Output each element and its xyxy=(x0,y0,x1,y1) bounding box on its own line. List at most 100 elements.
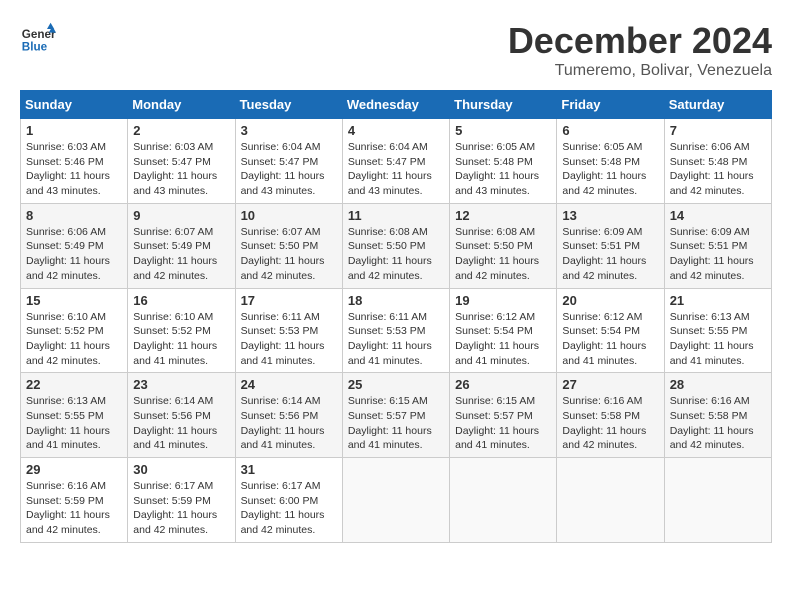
day-info: Sunrise: 6:11 AM Sunset: 5:53 PM Dayligh… xyxy=(241,310,337,369)
col-wednesday: Wednesday xyxy=(342,91,449,119)
day-info: Sunrise: 6:09 AM Sunset: 5:51 PM Dayligh… xyxy=(562,225,658,284)
calendar-header: Sunday Monday Tuesday Wednesday Thursday… xyxy=(21,91,772,119)
table-row: 27 Sunrise: 6:16 AM Sunset: 5:58 PM Dayli… xyxy=(557,373,664,458)
calendar-week-row: 1 Sunrise: 6:03 AM Sunset: 5:46 PM Daylig… xyxy=(21,119,772,204)
day-number: 18 xyxy=(348,293,444,308)
table-row: 18 Sunrise: 6:11 AM Sunset: 5:53 PM Dayli… xyxy=(342,288,449,373)
day-info: Sunrise: 6:16 AM Sunset: 5:58 PM Dayligh… xyxy=(670,394,766,453)
day-info: Sunrise: 6:08 AM Sunset: 5:50 PM Dayligh… xyxy=(455,225,551,284)
table-row: 13 Sunrise: 6:09 AM Sunset: 5:51 PM Dayli… xyxy=(557,203,664,288)
day-number: 5 xyxy=(455,123,551,138)
table-row: 10Sunrise: 6:07 AM Sunset: 5:50 PM Dayli… xyxy=(235,203,342,288)
day-info: Sunrise: 6:16 AM Sunset: 5:59 PM Dayligh… xyxy=(26,479,122,538)
col-tuesday: Tuesday xyxy=(235,91,342,119)
calendar-week-row: 15Sunrise: 6:10 AM Sunset: 5:52 PM Dayli… xyxy=(21,288,772,373)
calendar-week-row: 22 Sunrise: 6:13 AM Sunset: 5:55 PM Dayli… xyxy=(21,373,772,458)
day-number: 4 xyxy=(348,123,444,138)
svg-text:Blue: Blue xyxy=(22,41,48,54)
calendar-table: Sunday Monday Tuesday Wednesday Thursday… xyxy=(20,90,772,543)
day-number: 25 xyxy=(348,377,444,392)
day-info: Sunrise: 6:12 AM Sunset: 5:54 PM Dayligh… xyxy=(455,310,551,369)
table-row: 1 Sunrise: 6:03 AM Sunset: 5:46 PM Daylig… xyxy=(21,119,128,204)
day-info: Sunrise: 6:03 AM Sunset: 5:47 PM Dayligh… xyxy=(133,140,229,199)
table-row: 12 Sunrise: 6:08 AM Sunset: 5:50 PM Dayli… xyxy=(450,203,557,288)
day-number: 26 xyxy=(455,377,551,392)
page-header: General Blue December 2024 Tumeremo, Bol… xyxy=(20,20,772,80)
month-title: December 2024 xyxy=(508,20,772,62)
logo: General Blue xyxy=(20,20,56,56)
table-row: 15Sunrise: 6:10 AM Sunset: 5:52 PM Dayli… xyxy=(21,288,128,373)
table-row: 20Sunrise: 6:12 AM Sunset: 5:54 PM Dayli… xyxy=(557,288,664,373)
day-number: 29 xyxy=(26,462,122,477)
day-info: Sunrise: 6:05 AM Sunset: 5:48 PM Dayligh… xyxy=(455,140,551,199)
table-row: 2 Sunrise: 6:03 AM Sunset: 5:47 PM Daylig… xyxy=(128,119,235,204)
day-info: Sunrise: 6:04 AM Sunset: 5:47 PM Dayligh… xyxy=(241,140,337,199)
day-number: 1 xyxy=(26,123,122,138)
day-info: Sunrise: 6:05 AM Sunset: 5:48 PM Dayligh… xyxy=(562,140,658,199)
col-saturday: Saturday xyxy=(664,91,771,119)
day-info: Sunrise: 6:07 AM Sunset: 5:50 PM Dayligh… xyxy=(241,225,337,284)
table-row: 4 Sunrise: 6:04 AM Sunset: 5:47 PM Daylig… xyxy=(342,119,449,204)
day-number: 22 xyxy=(26,377,122,392)
day-info: Sunrise: 6:10 AM Sunset: 5:52 PM Dayligh… xyxy=(26,310,122,369)
day-info: Sunrise: 6:04 AM Sunset: 5:47 PM Dayligh… xyxy=(348,140,444,199)
day-info: Sunrise: 6:17 AM Sunset: 5:59 PM Dayligh… xyxy=(133,479,229,538)
table-row: 6 Sunrise: 6:05 AM Sunset: 5:48 PM Daylig… xyxy=(557,119,664,204)
calendar-body: 1 Sunrise: 6:03 AM Sunset: 5:46 PM Daylig… xyxy=(21,119,772,543)
day-number: 30 xyxy=(133,462,229,477)
day-number: 28 xyxy=(670,377,766,392)
day-info: Sunrise: 6:13 AM Sunset: 5:55 PM Dayligh… xyxy=(26,394,122,453)
day-number: 7 xyxy=(670,123,766,138)
day-info: Sunrise: 6:06 AM Sunset: 5:48 PM Dayligh… xyxy=(670,140,766,199)
col-thursday: Thursday xyxy=(450,91,557,119)
day-number: 6 xyxy=(562,123,658,138)
table-row: 14Sunrise: 6:09 AM Sunset: 5:51 PM Dayli… xyxy=(664,203,771,288)
day-number: 13 xyxy=(562,208,658,223)
day-number: 12 xyxy=(455,208,551,223)
day-info: Sunrise: 6:09 AM Sunset: 5:51 PM Dayligh… xyxy=(670,225,766,284)
day-info: Sunrise: 6:03 AM Sunset: 5:46 PM Dayligh… xyxy=(26,140,122,199)
day-info: Sunrise: 6:14 AM Sunset: 5:56 PM Dayligh… xyxy=(241,394,337,453)
col-monday: Monday xyxy=(128,91,235,119)
day-number: 2 xyxy=(133,123,229,138)
day-info: Sunrise: 6:10 AM Sunset: 5:52 PM Dayligh… xyxy=(133,310,229,369)
calendar-week-row: 8 Sunrise: 6:06 AM Sunset: 5:49 PM Daylig… xyxy=(21,203,772,288)
day-number: 20 xyxy=(562,293,658,308)
day-number: 3 xyxy=(241,123,337,138)
table-row: 29 Sunrise: 6:16 AM Sunset: 5:59 PM Dayli… xyxy=(21,458,128,543)
table-row: 19 Sunrise: 6:12 AM Sunset: 5:54 PM Dayli… xyxy=(450,288,557,373)
day-info: Sunrise: 6:16 AM Sunset: 5:58 PM Dayligh… xyxy=(562,394,658,453)
table-row: 23Sunrise: 6:14 AM Sunset: 5:56 PM Dayli… xyxy=(128,373,235,458)
day-number: 27 xyxy=(562,377,658,392)
days-of-week-row: Sunday Monday Tuesday Wednesday Thursday… xyxy=(21,91,772,119)
table-row: 25 Sunrise: 6:15 AM Sunset: 5:57 PM Dayli… xyxy=(342,373,449,458)
day-info: Sunrise: 6:07 AM Sunset: 5:49 PM Dayligh… xyxy=(133,225,229,284)
location-subtitle: Tumeremo, Bolivar, Venezuela xyxy=(508,62,772,80)
table-row xyxy=(450,458,557,543)
table-row: 7 Sunrise: 6:06 AM Sunset: 5:48 PM Daylig… xyxy=(664,119,771,204)
day-number: 19 xyxy=(455,293,551,308)
table-row: 24Sunrise: 6:14 AM Sunset: 5:56 PM Dayli… xyxy=(235,373,342,458)
day-info: Sunrise: 6:17 AM Sunset: 6:00 PM Dayligh… xyxy=(241,479,337,538)
title-block: December 2024 Tumeremo, Bolivar, Venezue… xyxy=(508,20,772,80)
day-info: Sunrise: 6:06 AM Sunset: 5:49 PM Dayligh… xyxy=(26,225,122,284)
day-number: 11 xyxy=(348,208,444,223)
day-info: Sunrise: 6:13 AM Sunset: 5:55 PM Dayligh… xyxy=(670,310,766,369)
day-number: 23 xyxy=(133,377,229,392)
day-number: 8 xyxy=(26,208,122,223)
table-row: 28 Sunrise: 6:16 AM Sunset: 5:58 PM Dayli… xyxy=(664,373,771,458)
table-row: 21Sunrise: 6:13 AM Sunset: 5:55 PM Dayli… xyxy=(664,288,771,373)
day-number: 17 xyxy=(241,293,337,308)
table-row: 11Sunrise: 6:08 AM Sunset: 5:50 PM Dayli… xyxy=(342,203,449,288)
logo-icon: General Blue xyxy=(20,20,56,56)
table-row: 22 Sunrise: 6:13 AM Sunset: 5:55 PM Dayli… xyxy=(21,373,128,458)
col-friday: Friday xyxy=(557,91,664,119)
day-info: Sunrise: 6:11 AM Sunset: 5:53 PM Dayligh… xyxy=(348,310,444,369)
table-row: 17 Sunrise: 6:11 AM Sunset: 5:53 PM Dayli… xyxy=(235,288,342,373)
day-info: Sunrise: 6:15 AM Sunset: 5:57 PM Dayligh… xyxy=(348,394,444,453)
col-sunday: Sunday xyxy=(21,91,128,119)
calendar-week-row: 29 Sunrise: 6:16 AM Sunset: 5:59 PM Dayli… xyxy=(21,458,772,543)
table-row: 16Sunrise: 6:10 AM Sunset: 5:52 PM Dayli… xyxy=(128,288,235,373)
table-row: 3 Sunrise: 6:04 AM Sunset: 5:47 PM Daylig… xyxy=(235,119,342,204)
table-row xyxy=(557,458,664,543)
